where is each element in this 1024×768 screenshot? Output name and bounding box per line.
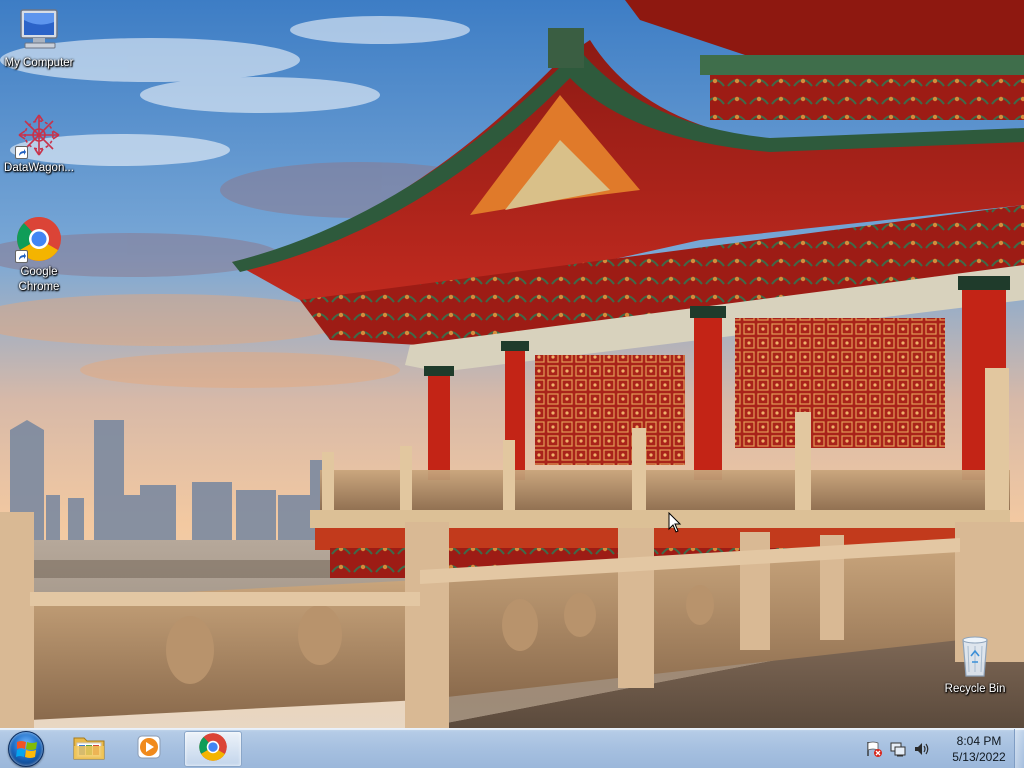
wallpaper-pavilion-scene xyxy=(0,0,1024,728)
chrome-icon xyxy=(198,732,228,767)
desktop-icon-label: My Computer xyxy=(4,57,74,69)
taskbar-windows-explorer[interactable] xyxy=(60,731,118,767)
datawagon-snowflake-icon xyxy=(15,111,63,159)
media-player-icon xyxy=(135,733,163,766)
computer-monitor-icon xyxy=(15,6,63,54)
taskbar-google-chrome[interactable] xyxy=(184,731,242,767)
volume-icon[interactable] xyxy=(913,740,931,758)
mouse-pointer-icon xyxy=(668,511,682,534)
desktop-icon-datawagon[interactable]: DataWagon... xyxy=(0,111,78,176)
shortcut-arrow-icon xyxy=(15,250,28,263)
desktop-icon-google-chrome[interactable]: Google Chrome xyxy=(0,215,78,295)
system-clock[interactable]: 8:04 PM 5/13/2022 xyxy=(946,733,1012,765)
desktop-icon-my-computer[interactable]: My Computer xyxy=(0,6,78,71)
chrome-icon xyxy=(15,215,63,263)
desktop-icon-recycle-bin[interactable]: Recycle Bin xyxy=(936,632,1014,697)
notification-area: 8:04 PM 5/13/2022 xyxy=(862,729,1012,768)
desktop-icon-label: Google Chrome xyxy=(18,266,60,293)
taskbar: 8:04 PM 5/13/2022 xyxy=(0,728,1024,768)
action-center-flag-icon[interactable] xyxy=(865,740,883,758)
recycle-bin-icon xyxy=(951,632,999,680)
show-desktop-button[interactable] xyxy=(1014,729,1024,768)
desktop-icon-label: DataWagon... xyxy=(4,162,74,174)
desktop-wallpaper xyxy=(0,0,1024,728)
shortcut-arrow-icon xyxy=(15,146,28,159)
taskbar-windows-media-player[interactable] xyxy=(120,731,178,767)
desktop-icon-label: Recycle Bin xyxy=(944,683,1006,695)
start-button[interactable] xyxy=(4,730,48,768)
windows-orb-icon xyxy=(8,731,44,767)
clock-time: 8:04 PM xyxy=(956,734,1002,748)
clock-date: 5/13/2022 xyxy=(952,750,1006,764)
network-icon[interactable] xyxy=(889,740,907,758)
folder-icon xyxy=(73,733,105,766)
